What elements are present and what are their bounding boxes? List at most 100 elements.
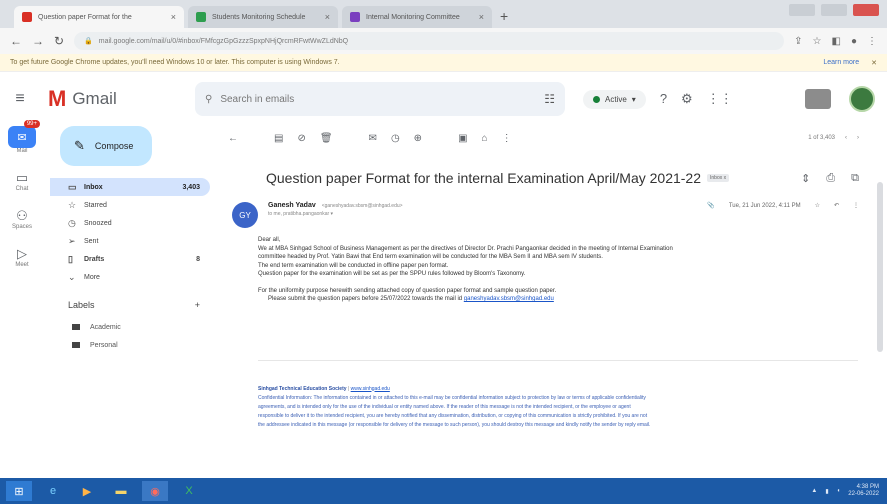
media-player-icon[interactable]: ▶ [74, 481, 100, 501]
open-new-window-icon[interactable]: ⧉ [851, 172, 859, 185]
back-arrow-icon[interactable]: ← [10, 34, 22, 48]
maximize-button[interactable] [821, 4, 847, 16]
footer-line: the addressee indicated in this message … [258, 421, 651, 428]
sidebar-item-more[interactable]: ⌄ More [50, 268, 210, 286]
browser-tab-active[interactable]: Question paper Format for the × [14, 6, 184, 28]
next-icon[interactable]: › [857, 135, 859, 141]
previous-icon[interactable]: ‹ [845, 135, 847, 141]
recipients-line[interactable]: to me, pratibha.pangaonkar ▾ [268, 211, 403, 217]
rail-item-chat[interactable]: ▭ Chat [0, 170, 44, 192]
message-more-icon[interactable]: ⋮ [853, 202, 859, 209]
email-footer: Sinhgad Technical Education Society | ww… [222, 385, 832, 430]
sender-avatar[interactable]: GY [232, 202, 258, 228]
search-icon[interactable]: ⚲ [205, 94, 212, 105]
mail-sidebar: ✎ Compose ▭ Inbox 3,403 ☆ Starred ◷ Snoo… [50, 126, 210, 478]
file-explorer-icon[interactable]: ▬ [108, 481, 134, 501]
mark-unread-icon[interactable]: ✉ [369, 133, 377, 144]
body-line: The end term examination will be conduct… [258, 262, 449, 269]
importance-icon[interactable]: ⇕ [801, 172, 810, 185]
browser-tab[interactable]: Students Monitoring Schedule × [188, 6, 338, 28]
rail-item-mail[interactable]: ✉ 99+ Mail [0, 120, 44, 154]
message-action-bar: ← ▤ ⊘ 🗑 ✉ ◷ ⊕ ▣ ⌂ ⋮ 1 of 3,403 ‹ › [222, 126, 887, 150]
video-icon: ▷ [17, 246, 27, 261]
rail-label: Chat [15, 186, 29, 192]
main-menu-icon[interactable]: ≡ [0, 90, 40, 108]
tray-arrow-icon[interactable]: ▲ [811, 488, 817, 494]
address-bar[interactable]: 🔒 mail.google.com/mail/u/0/#inbox/FMfcgz… [74, 32, 785, 50]
sidebar-item-drafts[interactable]: ▯ Drafts 8 [50, 250, 210, 268]
folder-chip[interactable]: Inbox x [707, 174, 730, 182]
tab-close-icon[interactable]: × [325, 12, 330, 22]
pager: 1 of 3,403 ‹ › [808, 135, 859, 141]
browser-tab[interactable]: Internal Monitoring Committee × [342, 6, 492, 28]
snooze-icon[interactable]: ◷ [391, 133, 400, 144]
body-line: committee headed by Prof. Yatin Bawi tha… [258, 254, 603, 260]
compose-button[interactable]: ✎ Compose [60, 126, 152, 166]
close-window-button[interactable] [853, 4, 879, 16]
recipients-text: to me, pratibha.pangaonkar [268, 211, 330, 217]
sidebar-item-label: Starred [84, 201, 107, 209]
add-label-button[interactable]: + [195, 300, 200, 310]
delete-icon[interactable]: 🗑 [320, 133, 333, 144]
status-dropdown[interactable]: Active ▾ [583, 89, 646, 109]
print-icon[interactable]: ⎙ [826, 172, 835, 185]
sidebar-item-sent[interactable]: ➢ Sent [50, 232, 210, 250]
search-options-icon[interactable]: ☷ [544, 92, 555, 106]
rail-item-spaces[interactable]: ⚇ Spaces [0, 208, 44, 230]
forms-favicon-icon [350, 12, 360, 22]
infobar-text: To get future Google Chrome updates, you… [10, 59, 340, 66]
report-spam-icon[interactable]: ⊘ [297, 133, 305, 144]
help-icon[interactable]: ? [660, 91, 667, 107]
learn-more-link[interactable]: Learn more [823, 59, 859, 66]
search-input[interactable]: Search in emails [220, 94, 294, 105]
settings-gear-icon[interactable]: ⚙ [681, 91, 693, 107]
tab-close-icon[interactable]: × [171, 12, 176, 22]
rail-item-meet[interactable]: ▷ Meet [0, 246, 44, 268]
star-toggle-icon[interactable]: ☆ [815, 202, 820, 209]
excel-icon[interactable]: X [176, 481, 202, 501]
volume-icon[interactable]: ◖ [837, 488, 841, 494]
mailto-link[interactable]: ganeshyadav.sbsm@sinhgad.edu [464, 296, 554, 302]
tab-close-icon[interactable]: × [479, 12, 484, 22]
back-to-inbox-icon[interactable]: ← [228, 133, 238, 144]
archive-icon[interactable]: ▤ [274, 133, 283, 144]
forward-arrow-icon[interactable]: → [32, 34, 44, 48]
start-button[interactable]: ⊞ [6, 481, 32, 501]
bookmark-star-icon[interactable]: ☆ [813, 36, 822, 47]
footer-org-name: Sinhgad Technical Education Society [258, 385, 347, 392]
label-icon[interactable]: ⌂ [482, 133, 488, 144]
network-icon[interactable]: ▮ [825, 488, 828, 495]
pencil-icon: ✎ [74, 138, 85, 153]
reload-icon[interactable]: ↻ [54, 34, 64, 48]
labels-header: Labels + [50, 286, 210, 318]
infobar-close-icon[interactable]: ✕ [871, 59, 877, 67]
minimize-button[interactable] [789, 4, 815, 16]
account-avatar[interactable] [849, 86, 875, 112]
label-item[interactable]: Personal [50, 336, 210, 354]
internet-explorer-icon[interactable]: e [40, 481, 66, 501]
reply-icon[interactable]: ↶ [834, 202, 839, 209]
apps-grid-icon[interactable]: ⋮⋮ [707, 91, 733, 107]
new-tab-button[interactable]: + [500, 8, 508, 24]
profile-icon[interactable]: ● [851, 36, 857, 47]
add-task-icon[interactable]: ⊕ [414, 133, 422, 144]
toolbar-icons: ⇪ ☆ ◧ ● ⋮ [794, 36, 877, 47]
move-to-icon[interactable]: ▣ [458, 133, 467, 144]
clock[interactable]: 4:38 PM 22-06-2022 [848, 484, 879, 498]
gmail-logo[interactable]: M Gmail [40, 86, 195, 112]
more-options-icon[interactable]: ⋮ [502, 133, 512, 144]
sender-name-text: Ganesh Yadav [268, 202, 316, 209]
share-icon[interactable]: ⇪ [794, 36, 802, 47]
sidebar-item-inbox[interactable]: ▭ Inbox 3,403 [50, 178, 210, 196]
sidebar-item-snoozed[interactable]: ◷ Snoozed [50, 214, 210, 232]
browser-menu-icon[interactable]: ⋮ [867, 36, 877, 47]
footer-link[interactable]: www.sinhgad.edu [351, 386, 390, 392]
search-bar[interactable]: ⚲ Search in emails ☷ [195, 82, 565, 116]
sender-name[interactable]: Ganesh Yadav <ganeshyadav.sbsm@sinhgad.e… [268, 202, 403, 209]
sidebar-item-starred[interactable]: ☆ Starred [50, 196, 210, 214]
chrome-icon[interactable]: ◉ [142, 481, 168, 501]
label-item[interactable]: Academic [50, 318, 210, 336]
gmail-logo-text: Gmail [72, 89, 117, 108]
extensions-icon[interactable]: ◧ [832, 36, 841, 47]
scrollbar[interactable] [877, 182, 883, 352]
